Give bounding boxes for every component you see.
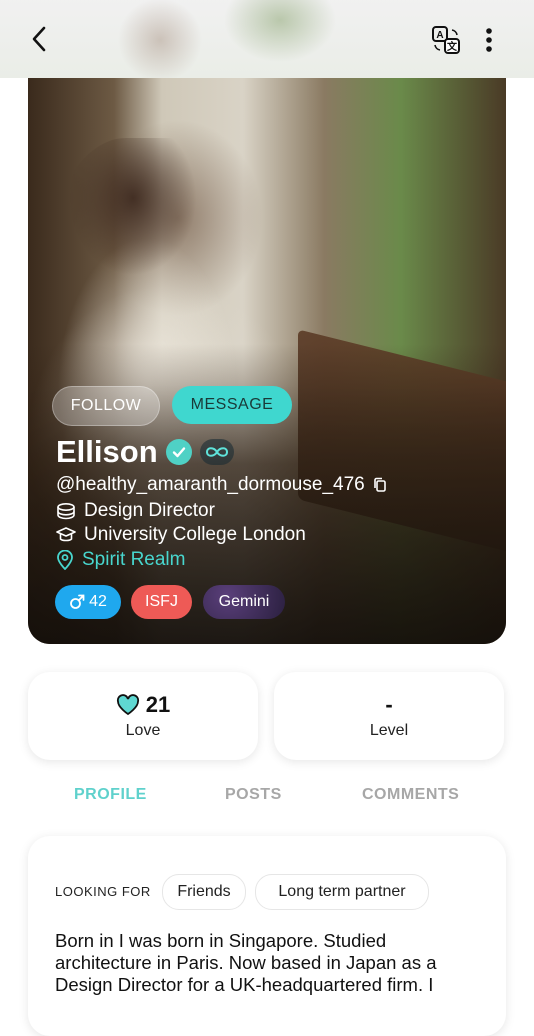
follow-button[interactable]: FOLLOW [52, 386, 160, 426]
heart-icon [116, 694, 139, 716]
back-button[interactable] [24, 24, 54, 54]
level-stat-card[interactable]: - Level [274, 672, 504, 760]
school-name: University College London [84, 524, 306, 545]
handle-row: @healthy_amaranth_dormouse_476 [56, 474, 387, 496]
location-name: Spirit Realm [82, 549, 186, 570]
message-button[interactable]: MESSAGE [172, 386, 292, 424]
looking-for-label: LOOKING FOR [55, 884, 151, 899]
briefcase-icon [57, 502, 75, 520]
mbti-chip: ISFJ [131, 585, 192, 619]
more-vertical-icon [486, 28, 492, 52]
age-chip: 42 [55, 585, 121, 619]
level-value: - [385, 692, 393, 717]
age-value: 42 [89, 593, 107, 610]
svg-text:文: 文 [447, 40, 458, 53]
graduation-cap-icon [56, 527, 76, 542]
translate-button[interactable]: A 文 [430, 24, 462, 56]
level-label: Level [369, 722, 409, 739]
name-row: Ellison [56, 434, 234, 470]
location-pin-icon [57, 550, 73, 570]
male-icon [70, 594, 85, 609]
love-label: Love [125, 722, 161, 739]
looking-for-chip: Long term partner [255, 874, 429, 910]
looking-for-chip: Friends [162, 874, 246, 910]
svg-text:A: A [436, 30, 443, 41]
job-title: Design Director [84, 500, 215, 521]
profile-details-card: LOOKING FOR Friends Long term partner Bo… [28, 836, 506, 1036]
user-handle: @healthy_amaranth_dormouse_476 [56, 474, 365, 495]
tab-posts[interactable]: POSTS [225, 786, 282, 804]
more-options-button[interactable] [478, 24, 500, 56]
top-bar: A 文 [0, 0, 534, 78]
user-name: Ellison [56, 434, 158, 469]
love-stat-card[interactable]: 21 Love [28, 672, 258, 760]
job-row: Design Director [56, 500, 215, 522]
chevron-left-icon [32, 26, 46, 52]
infinity-badge-icon [199, 439, 234, 465]
tab-comments[interactable]: COMMENTS [362, 786, 459, 804]
love-count: 21 [145, 692, 171, 717]
bio-text: Born in I was born in Singapore. Studied… [55, 930, 437, 995]
verified-badge-icon [165, 439, 192, 465]
translate-icon: A 文 [432, 26, 460, 54]
zodiac-chip: Gemini [203, 585, 285, 619]
tab-profile[interactable]: PROFILE [74, 786, 147, 804]
location-row[interactable]: Spirit Realm [56, 549, 185, 571]
blurred-header-image [100, 0, 420, 78]
copy-icon[interactable] [373, 477, 387, 493]
school-row: University College London [56, 524, 306, 546]
profile-tabs: PROFILE POSTS COMMENTS [0, 786, 534, 810]
